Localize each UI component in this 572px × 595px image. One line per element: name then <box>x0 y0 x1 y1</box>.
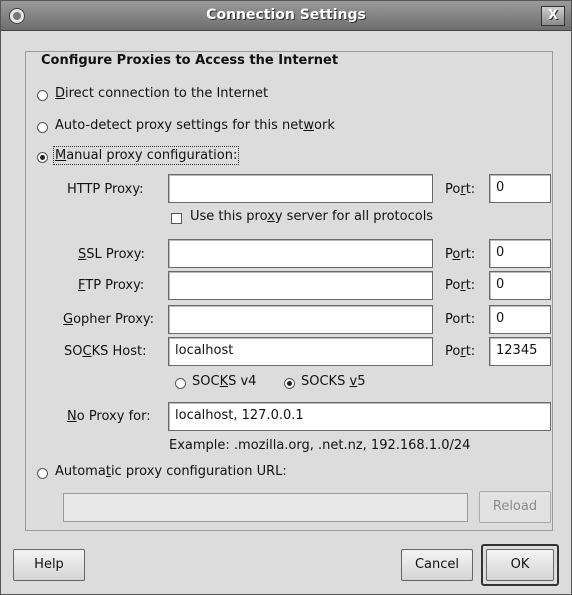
ftp-port-input[interactable]: 0 <box>489 271 551 300</box>
ftp-port-label: Port: <box>445 278 476 293</box>
connection-settings-dialog: Connection Settings X Configure Proxies … <box>0 0 572 595</box>
direct-connection-label[interactable]: Direct connection to the Internet <box>55 86 268 101</box>
http-port-label: Port: <box>445 182 476 197</box>
ssl-port-label: Port: <box>445 247 476 262</box>
ssl-port-input[interactable]: 0 <box>489 239 551 268</box>
autodetect-label[interactable]: Auto-detect proxy settings for this netw… <box>55 118 335 133</box>
gopher-proxy-input[interactable] <box>168 305 433 334</box>
ftp-proxy-input[interactable] <box>168 271 433 300</box>
socks-host-input[interactable]: localhost <box>168 337 433 366</box>
no-proxy-input[interactable]: localhost, 127.0.0.1 <box>168 402 551 431</box>
socks-v4-label[interactable]: SOCKS v4 <box>192 374 256 389</box>
ssl-proxy-input[interactable] <box>168 239 433 268</box>
autodetect-radio[interactable] <box>37 122 48 133</box>
socks-port-label: Port: <box>445 344 476 359</box>
direct-connection-radio[interactable] <box>37 90 48 101</box>
http-proxy-input[interactable] <box>168 174 433 203</box>
auto-url-label[interactable]: Automatic proxy configuration URL: <box>55 464 287 479</box>
ok-button[interactable]: OK <box>486 549 554 581</box>
close-button[interactable]: X <box>541 6 565 26</box>
no-proxy-example: Example: .mozilla.org, .net.nz, 192.168.… <box>169 438 471 453</box>
share-proxy-label[interactable]: Use this proxy server for all protocols <box>190 209 433 224</box>
cancel-button[interactable]: Cancel <box>401 549 473 581</box>
title-bar[interactable]: Connection Settings X <box>1 1 571 31</box>
auto-url-input[interactable] <box>63 493 468 522</box>
http-port-input[interactable]: 0 <box>489 174 551 203</box>
socks-port-input[interactable]: 12345 <box>489 337 551 366</box>
ssl-proxy-label: SSL Proxy: <box>78 247 145 262</box>
socks-host-label: SOCKS Host: <box>64 344 147 359</box>
reload-button[interactable]: Reload <box>479 491 551 523</box>
auto-url-radio[interactable] <box>37 468 48 479</box>
help-button[interactable]: Help <box>13 549 85 581</box>
manual-proxy-label[interactable]: Manual proxy configuration: <box>52 146 240 165</box>
no-proxy-label: No Proxy for: <box>67 409 151 424</box>
share-proxy-checkbox[interactable] <box>171 213 182 224</box>
socks-v5-label[interactable]: SOCKS v5 <box>301 374 365 389</box>
manual-proxy-radio[interactable] <box>37 152 48 163</box>
gopher-port-input[interactable]: 0 <box>489 305 551 334</box>
ftp-proxy-label: FTP Proxy: <box>78 278 145 293</box>
frame-title: Configure Proxies to Access the Internet <box>37 53 343 68</box>
window-title: Connection Settings <box>206 7 366 23</box>
socks-v4-radio[interactable] <box>175 378 186 389</box>
socks-v5-radio[interactable] <box>284 378 295 389</box>
gopher-proxy-label: Gopher Proxy: <box>63 312 155 327</box>
http-proxy-label: HTTP Proxy: <box>67 182 144 197</box>
gopher-port-label: Port: <box>445 312 476 327</box>
